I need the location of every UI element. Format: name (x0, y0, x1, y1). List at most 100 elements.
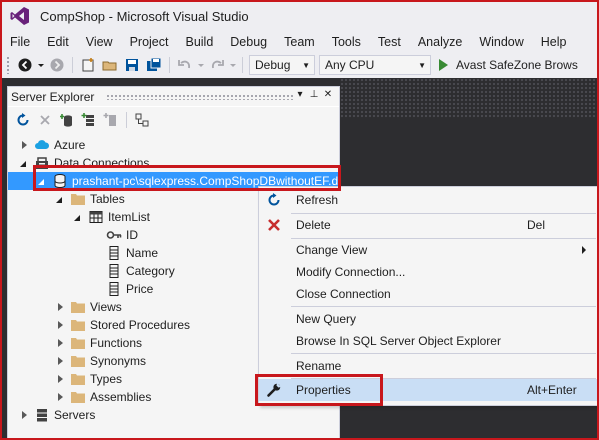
menu-tools[interactable]: Tools (324, 35, 370, 49)
expand-arrow-icon[interactable] (54, 355, 66, 367)
expand-arrow-icon[interactable] (54, 301, 66, 313)
context-menu-browse-in-sql-server-object-explorer[interactable]: Browse In SQL Server Object Explorer (259, 330, 598, 352)
context-menu-label: Delete (296, 218, 331, 232)
navigate-back-icon[interactable] (15, 55, 35, 75)
context-menu-modify-connection[interactable]: Modify Connection... (259, 261, 598, 283)
tree-item-label: Types (90, 372, 123, 386)
solution-configuration-value: Debug (255, 58, 291, 72)
solution-configuration-dropdown[interactable]: Debug ▼ (249, 55, 315, 75)
menu-help[interactable]: Help (533, 35, 576, 49)
tree-item-label: Tables (90, 192, 125, 206)
context-menu-rename[interactable]: Rename (259, 355, 598, 377)
menu-edit[interactable]: Edit (39, 35, 78, 49)
stop-refresh-icon[interactable] (35, 110, 55, 130)
collapse-arrow-icon[interactable] (54, 193, 66, 205)
server-explorer-toolbar (8, 107, 339, 133)
expand-arrow-icon[interactable] (54, 337, 66, 349)
column-icon (106, 281, 122, 297)
window-title: CompShop - Microsoft Visual Studio (40, 8, 249, 24)
menu-view[interactable]: View (78, 35, 122, 49)
primary-key-icon (106, 227, 122, 243)
collapse-arrow-icon[interactable] (18, 157, 30, 169)
context-menu-delete[interactable]: Delete Del (259, 214, 598, 236)
toolbar-separator (169, 57, 170, 73)
save-icon[interactable] (122, 55, 142, 75)
context-menu-label: Modify Connection... (296, 265, 406, 279)
menu-window[interactable]: Window (471, 35, 532, 49)
play-icon (439, 59, 448, 71)
panel-drag-grip[interactable] (106, 94, 295, 100)
context-menu-refresh[interactable]: Refresh (259, 189, 598, 211)
visual-studio-logo-icon (10, 6, 30, 26)
folder-icon (70, 299, 86, 315)
tree-item-label: Functions (90, 336, 143, 350)
solution-platform-dropdown[interactable]: Any CPU ▼ (319, 55, 431, 75)
menu-file[interactable]: File (2, 35, 39, 49)
close-panel-icon[interactable]: ✕ (321, 89, 335, 100)
navigate-forward-icon[interactable] (47, 55, 67, 75)
connect-to-azure-icon[interactable] (101, 110, 121, 130)
folder-icon (70, 389, 86, 405)
column-icon (106, 263, 122, 279)
menu-analyze[interactable]: Analyze (410, 35, 471, 49)
tree-item-azure[interactable]: Azure (8, 136, 339, 154)
context-menu-separator (291, 353, 596, 354)
collapse-arrow-icon[interactable] (72, 211, 84, 223)
folder-icon (70, 371, 86, 387)
tree-item-label: Name (126, 246, 159, 260)
context-menu-new-query[interactable]: New Query (259, 308, 598, 330)
refresh-icon[interactable] (13, 110, 33, 130)
expand-arrow-icon[interactable] (54, 373, 66, 385)
menu-project[interactable]: Project (122, 35, 178, 49)
table-icon (88, 209, 104, 225)
menu-test[interactable]: Test (370, 35, 410, 49)
expand-arrow-icon[interactable] (18, 409, 30, 421)
context-menu-properties[interactable]: Properties Alt+Enter (259, 379, 598, 401)
context-menu-label: Rename (296, 359, 342, 373)
menu-debug[interactable]: Debug (222, 35, 276, 49)
context-menu-close-connection[interactable]: Close Connection (259, 283, 598, 305)
open-folder-icon[interactable] (100, 55, 120, 75)
submenu-arrow-icon (582, 246, 586, 254)
start-debugging-button[interactable]: Avast SafeZone Brows (439, 58, 578, 72)
refresh-icon (259, 189, 289, 211)
tree-item-label: Servers (54, 408, 96, 422)
undo-icon[interactable] (175, 55, 195, 75)
database-icon (52, 173, 68, 189)
editor-background-pattern (340, 78, 599, 118)
servers-icon (34, 407, 50, 423)
show-sharepoint-icon[interactable] (132, 110, 152, 130)
toolbar-grip[interactable] (6, 56, 10, 74)
dropdown-arrow-icon[interactable] (197, 55, 205, 75)
auto-hide-pin-icon[interactable]: ⊥ (307, 89, 321, 100)
tree-item-data-connections[interactable]: Data Connections (8, 154, 339, 172)
collapse-arrow-icon[interactable] (36, 175, 48, 187)
connect-to-database-icon[interactable] (57, 110, 77, 130)
folder-icon (70, 317, 86, 333)
new-project-icon[interactable] (78, 55, 98, 75)
connect-to-server-icon[interactable] (79, 110, 99, 130)
menu-build[interactable]: Build (177, 35, 222, 49)
expand-arrow-icon[interactable] (54, 319, 66, 331)
tree-item-label: ID (126, 228, 138, 242)
save-all-icon[interactable] (144, 55, 164, 75)
context-menu-label: New Query (296, 312, 357, 326)
tree-item-servers[interactable]: Servers (8, 406, 339, 424)
expand-arrow-icon[interactable] (54, 391, 66, 403)
tree-item-label: Views (90, 300, 122, 314)
redo-icon[interactable] (207, 55, 227, 75)
context-menu-change-view[interactable]: Change View (259, 239, 598, 261)
chevron-down-icon: ▼ (302, 60, 310, 70)
server-explorer-header[interactable]: Server Explorer ▾ ⊥ ✕ (8, 87, 339, 107)
dropdown-arrow-icon[interactable] (229, 55, 237, 75)
window-position-dropdown-icon[interactable]: ▾ (293, 89, 307, 100)
context-menu: Refresh Delete Del Change View Modify Co… (258, 186, 599, 406)
main-toolbar: Debug ▼ Any CPU ▼ Avast SafeZone Brows (0, 52, 599, 78)
expand-arrow-icon[interactable] (18, 139, 30, 151)
title-bar: CompShop - Microsoft Visual Studio (0, 0, 599, 32)
tree-item-label: Azure (54, 138, 86, 152)
context-menu-label: Browse In SQL Server Object Explorer (296, 334, 501, 348)
menu-team[interactable]: Team (276, 35, 324, 49)
dropdown-arrow-icon[interactable] (37, 55, 45, 75)
context-menu-label: Change View (296, 243, 368, 257)
